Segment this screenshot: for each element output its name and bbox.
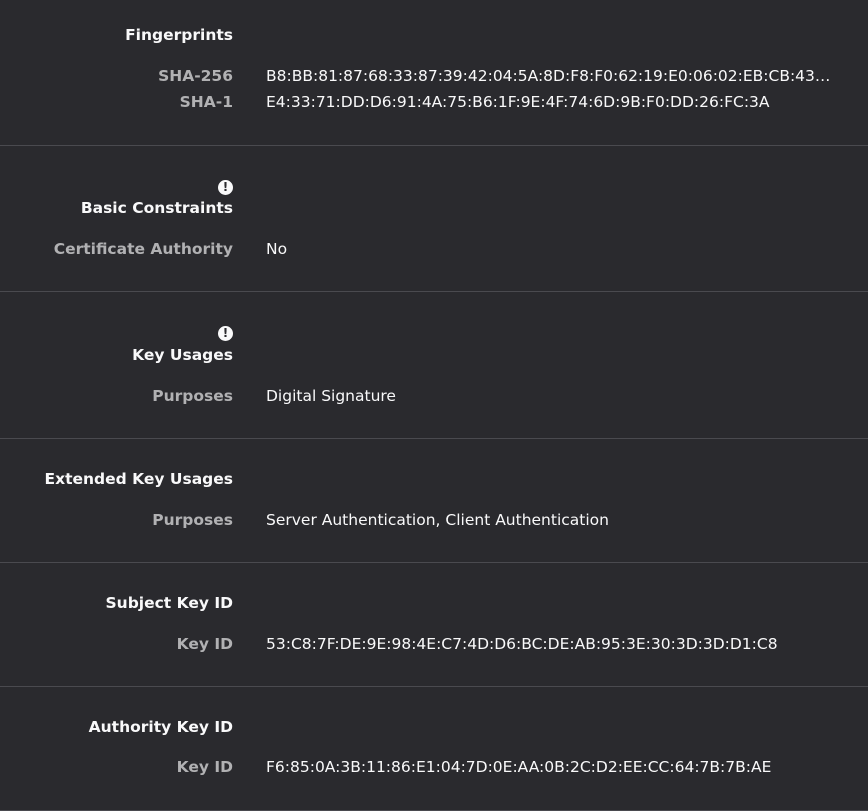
section-title: Extended Key Usages	[44, 470, 234, 488]
section-authority-key-id: Authority Key ID Key ID F6:85:0A:3B:11:8…	[0, 687, 868, 811]
info-row: Purposes Digital Signature	[0, 387, 868, 409]
info-row: Certificate Authority No	[0, 240, 868, 262]
row-label: Purposes	[152, 387, 233, 405]
row-value: Server Authentication, Client Authentica…	[266, 511, 609, 529]
section-title: Subject Key ID	[105, 594, 234, 612]
info-row: SHA-256 B8:BB:81:87:68:33:87:39:42:04:5A…	[0, 67, 868, 89]
section-extended-key-usages: Extended Key Usages Purposes Server Auth…	[0, 439, 868, 563]
section-title: Key Usages	[132, 346, 233, 364]
section-fingerprints: Fingerprints SHA-256 B8:BB:81:87:68:33:8…	[0, 0, 868, 146]
row-value: E4:33:71:DD:D6:91:4A:75:B6:1F:9E:4F:74:6…	[266, 93, 770, 111]
section-basic-constraints: ! Basic Constraints Certificate Authorit…	[0, 146, 868, 292]
row-label: SHA-1	[179, 93, 233, 111]
info-row: Purposes Server Authentication, Client A…	[0, 511, 868, 533]
row-value: No	[266, 240, 288, 258]
exclamation-circle-icon: !	[218, 180, 233, 195]
section-title: Basic Constraints	[80, 199, 233, 217]
row-value: B8:BB:81:87:68:33:87:39:42:04:5A:8D:F8:F…	[266, 67, 832, 85]
row-value: Digital Signature	[266, 387, 396, 405]
row-label: Key ID	[176, 758, 233, 776]
info-row: Key ID 53:C8:7F:DE:9E:98:4E:C7:4D:D6:BC:…	[0, 635, 868, 657]
row-label: SHA-256	[158, 67, 233, 85]
section-key-usages: ! Key Usages Purposes Digital Signature	[0, 292, 868, 439]
row-label: Key ID	[176, 635, 233, 653]
info-row: SHA-1 E4:33:71:DD:D6:91:4A:75:B6:1F:9E:4…	[0, 93, 868, 115]
section-title: Authority Key ID	[88, 718, 233, 736]
row-value: 53:C8:7F:DE:9E:98:4E:C7:4D:D6:BC:DE:AB:9…	[266, 635, 778, 653]
row-label: Certificate Authority	[53, 240, 233, 258]
exclamation-circle-icon: !	[218, 326, 233, 341]
row-value: F6:85:0A:3B:11:86:E1:04:7D:0E:AA:0B:2C:D…	[266, 758, 772, 776]
section-subject-key-id: Subject Key ID Key ID 53:C8:7F:DE:9E:98:…	[0, 563, 868, 687]
info-row: Key ID F6:85:0A:3B:11:86:E1:04:7D:0E:AA:…	[0, 758, 868, 780]
section-title: Fingerprints	[125, 26, 233, 44]
row-label: Purposes	[152, 511, 233, 529]
